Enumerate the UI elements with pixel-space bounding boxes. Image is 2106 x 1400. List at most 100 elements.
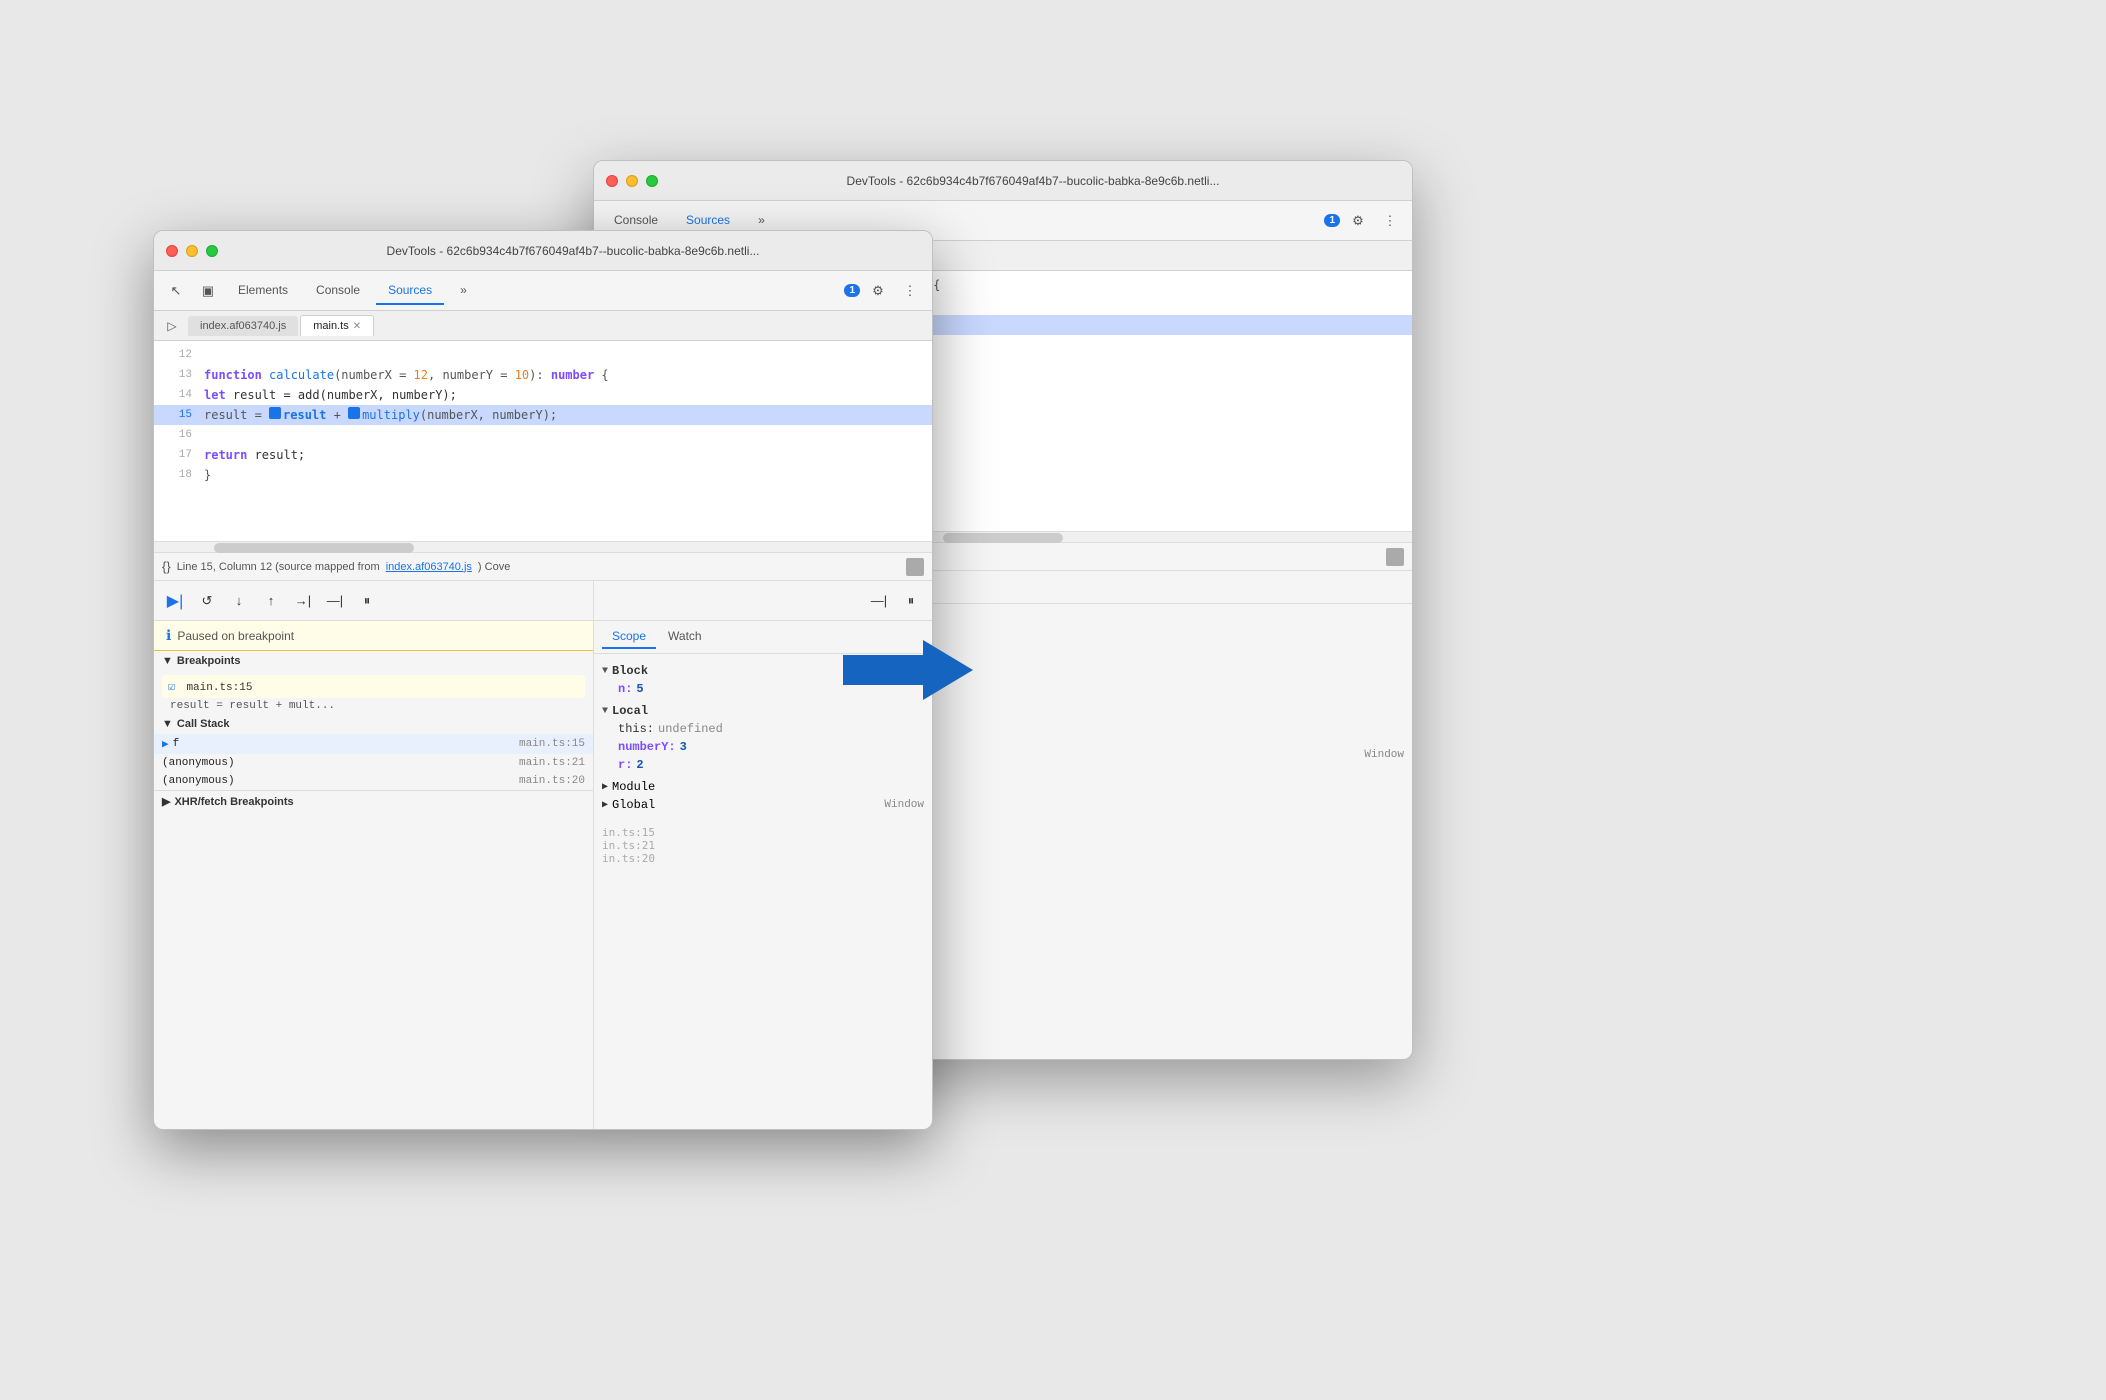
front-global-label: Global [612,798,655,812]
front-module-section: ▶ Module [602,778,924,796]
front-device-icon[interactable]: ▣ [194,277,222,305]
back-cove-icon [1386,548,1404,566]
front-scope-content: ▼ Block n: 5 ▼ [594,654,932,822]
front-global-value: Window [884,799,924,811]
back-chat-badge: 1 [1324,214,1340,227]
front-minimize-btn[interactable] [186,245,198,257]
front-tab-console[interactable]: Console [304,277,372,305]
front-block-label: Block [612,664,648,678]
front-file-tab-close-icon[interactable]: ✕ [353,321,361,332]
front-code-line-15: 15 result = result + multiply(numberX, n… [154,405,932,425]
front-step-over-btn[interactable]: ↺ [194,588,220,614]
front-tab-more[interactable]: » [448,277,479,305]
front-info-icon: ℹ [166,627,171,644]
front-pointer-icon[interactable]: ↖ [162,277,190,305]
front-right-panel: —| ⏸ Scope Watch ▼ Block [594,581,932,1130]
front-window-title: DevTools - 62c6b934c4b7f676049af4b7--buc… [226,244,920,258]
front-scope-tab[interactable]: Scope [602,625,656,649]
front-code-area: 12 13 function calculate(numberX = 12, n… [154,341,932,541]
front-tab-elements[interactable]: Elements [226,277,300,305]
front-cs-fn-anon2: (anonymous) [162,775,235,787]
front-left-panel: ▶| ↺ ↓ ↑ →| —| ⏸ ℹ Paused on breakpoint … [154,581,594,1130]
front-maximize-btn[interactable] [206,245,218,257]
front-local-this: this: undefined [618,720,924,738]
front-block-n: n: 5 [618,680,924,698]
front-file-tabs: ▷ index.af063740.js main.ts ✕ [154,311,932,341]
front-cs-loc-anon2: main.ts:20 [519,775,585,787]
front-pause-btn[interactable]: ⏸ [354,588,380,614]
front-cs-fn-anon1: (anonymous) [162,757,235,769]
front-callstack-label: Call Stack [177,718,230,730]
front-bp-label: main.ts:15 [186,682,252,694]
front-bp-code: result = result + mult... [162,700,585,712]
front-breakpoints-header[interactable]: ▼ Breakpoints [154,651,593,671]
back-minimize-btn[interactable] [626,175,638,187]
front-file-tab-main-label: main.ts [313,320,348,332]
front-scrollbar[interactable] [154,541,932,553]
front-status-bar: {} Line 15, Column 12 (source mapped fro… [154,553,932,581]
front-file-tab-index-label: index.af063740.js [200,320,286,332]
front-cs-loc-anon1: main.ts:21 [519,757,585,769]
front-file-tab-index[interactable]: index.af063740.js [188,316,298,336]
front-cove-icon [906,558,924,576]
front-tab-sources[interactable]: Sources [376,277,444,305]
front-muted-refs: in.ts:15 in.ts:21 in.ts:20 [594,822,932,869]
front-code-line-14: 14 let result = add(numberX, numberY); [154,385,932,405]
front-paused-banner: ℹ Paused on breakpoint [154,621,593,651]
front-breakpoints-label: Breakpoints [177,655,241,667]
front-local-r: r: 2 [618,756,924,774]
front-chat-badge: 1 [844,284,860,297]
back-close-btn[interactable] [606,175,618,187]
front-ref-ts15: in.ts:15 [602,826,924,839]
back-more-icon[interactable]: ⋮ [1376,207,1404,235]
front-callstack-content: ▶ f main.ts:15 (anonymous) main.ts:21 (a… [154,734,593,790]
front-cs-loc-f: main.ts:15 [519,738,585,750]
front-paused-text: Paused on breakpoint [177,629,294,643]
front-callstack-header[interactable]: ▼ Call Stack [154,714,593,734]
front-bp-checkbox[interactable]: ☑ [168,680,175,694]
front-cs-item-f[interactable]: ▶ f main.ts:15 [154,734,593,754]
front-code-line-13: 13 function calculate(numberX = 12, numb… [154,365,932,385]
front-breakpoints-content: ☑ main.ts:15 result = result + mult... [154,671,593,714]
front-source-link[interactable]: index.af063740.js [386,561,472,573]
front-block-section: ▼ Block n: 5 [602,662,924,698]
front-close-btn[interactable] [166,245,178,257]
front-local-section: ▼ Local this: undefined numberY: 3 [602,702,924,774]
front-ref-ts21: in.ts:21 [602,839,924,852]
front-debug-toolbar: ▶| ↺ ↓ ↑ →| —| ⏸ [154,581,593,621]
front-more-icon[interactable]: ⋮ [896,277,924,305]
back-maximize-btn[interactable] [646,175,658,187]
front-global-section: ▶ Global Window [602,796,924,814]
front-bp-item-1: ☑ main.ts:15 [162,675,585,698]
back-window-title: DevTools - 62c6b934c4b7f676049af4b7--buc… [666,174,1400,188]
devtools-front-window: DevTools - 62c6b934c4b7f676049af4b7--buc… [153,230,933,1130]
front-deactivate-btn[interactable]: —| [322,588,348,614]
front-step-btn[interactable]: →| [290,588,316,614]
front-code-line-12: 12 [154,345,932,365]
front-file-tab-main[interactable]: main.ts ✕ [300,315,374,336]
front-step-into-btn[interactable]: ↓ [226,588,252,614]
front-local-label: Local [612,704,648,718]
front-watch-tab[interactable]: Watch [658,625,712,649]
back-settings-icon[interactable]: ⚙ [1344,207,1372,235]
front-module-label: Module [612,780,655,794]
front-code-line-17: 17 return result; [154,445,932,465]
front-right-edit-btn[interactable]: —| [866,588,892,614]
front-debug-bottom: ▶| ↺ ↓ ↑ →| —| ⏸ ℹ Paused on breakpoint … [154,581,932,1130]
back-titlebar: DevTools - 62c6b934c4b7f676049af4b7--buc… [594,161,1412,201]
front-xhr-header[interactable]: ▶ XHR/fetch Breakpoints [154,790,593,812]
front-settings-icon[interactable]: ⚙ [864,277,892,305]
front-code-line-16: 16 [154,425,932,445]
front-code-line-18: 18 } [154,465,932,485]
front-step-out-btn[interactable]: ↑ [258,588,284,614]
front-back-icon[interactable]: ▷ [158,312,186,340]
back-global-value: Window [1364,749,1404,761]
front-right-pause-btn[interactable]: ⏸ [898,588,924,614]
front-cs-fn-f: f [173,738,180,750]
front-cs-item-anon2[interactable]: (anonymous) main.ts:20 [154,772,593,790]
front-local-numberY: numberY: 3 [618,738,924,756]
front-toolbar: ↖ ▣ Elements Console Sources » 1 ⚙ ⋮ [154,271,932,311]
front-ref-ts20: in.ts:20 [602,852,924,865]
front-resume-btn[interactable]: ▶| [162,588,188,614]
front-cs-item-anon1[interactable]: (anonymous) main.ts:21 [154,754,593,772]
